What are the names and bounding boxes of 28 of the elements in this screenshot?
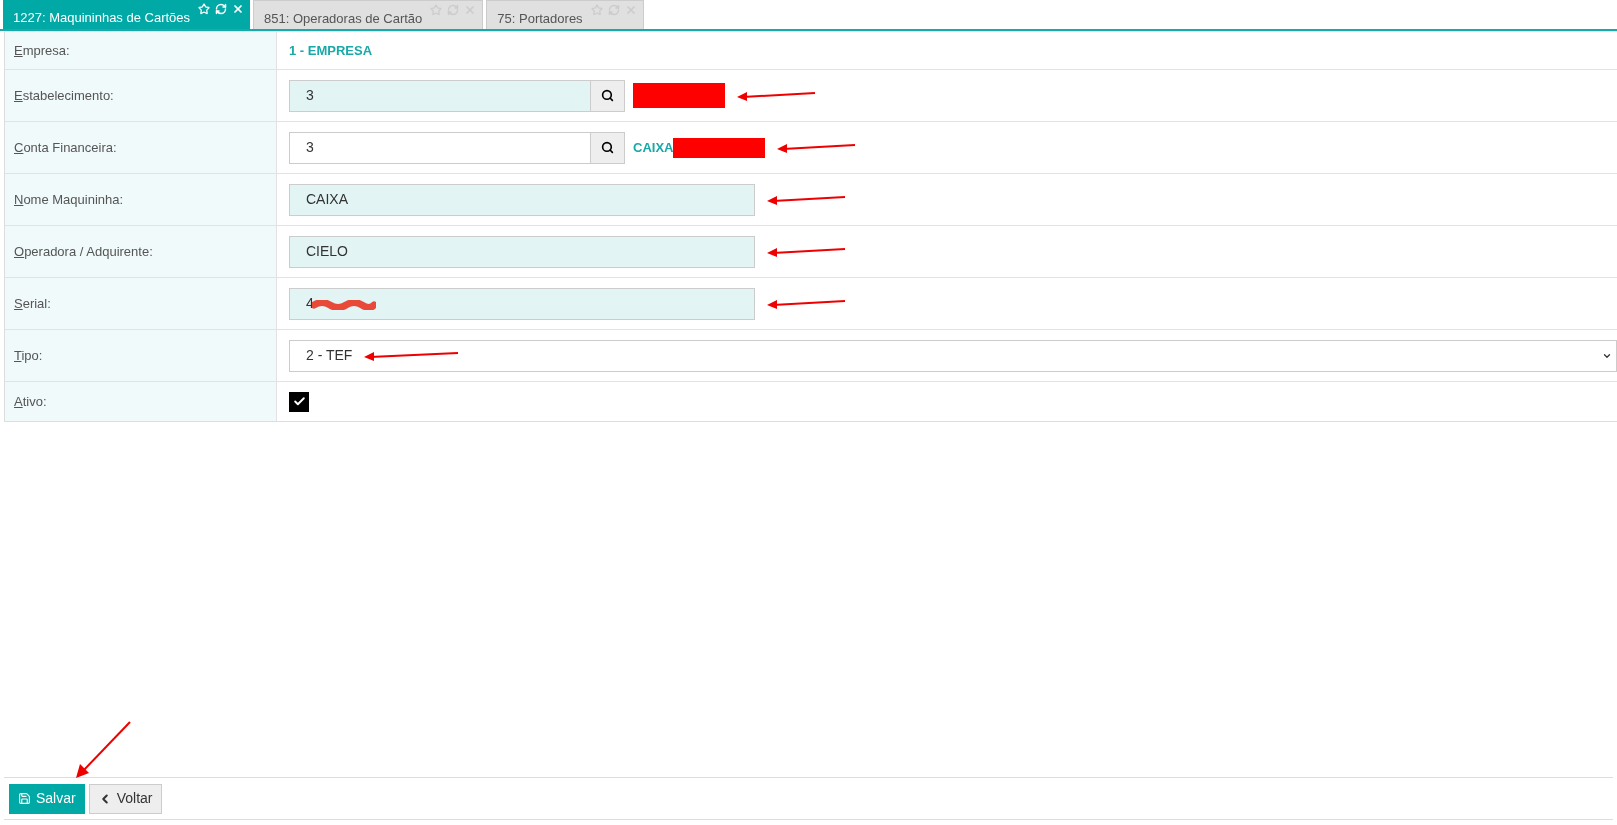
lookup-field[interactable]: 3 — [289, 79, 591, 112]
field-label: Operadora / Adquirente: — [14, 242, 153, 261]
field-label: Estabelecimento: — [14, 86, 114, 105]
text-field[interactable]: CAIXA — [289, 183, 755, 216]
select-value: 2 - TEF — [306, 346, 353, 365]
text-field[interactable]: 4 — [289, 287, 755, 320]
field-label: Nome Maquininha: — [14, 190, 124, 209]
checkmark-icon — [292, 395, 306, 408]
back-button[interactable]: Voltar — [88, 783, 162, 814]
refresh-icon[interactable] — [215, 3, 228, 15]
search-button[interactable] — [591, 79, 625, 112]
tab[interactable]: 75: Portadores — [486, 0, 644, 29]
type-select[interactable]: 2 - TEF — [289, 339, 1617, 372]
field-label: Conta Financeira: — [14, 138, 117, 157]
search-button[interactable] — [591, 131, 625, 164]
active-checkbox[interactable] — [289, 391, 309, 412]
field-label: Tipo: — [14, 346, 43, 365]
field-label: Serial: — [14, 294, 51, 313]
text-field[interactable]: CIELO — [289, 235, 755, 268]
tab[interactable]: 851: Operadoras de Cartão — [253, 0, 484, 29]
account-description: CAIXA — [633, 138, 674, 157]
close-icon[interactable] — [232, 3, 245, 15]
search-icon — [601, 141, 614, 154]
field-label: Ativo: — [14, 392, 47, 411]
search-icon — [601, 89, 614, 102]
company-value: 1 - EMPRESA — [289, 41, 373, 60]
lookup-field[interactable]: 3 — [289, 131, 591, 164]
field-label: Empresa: — [14, 41, 70, 60]
